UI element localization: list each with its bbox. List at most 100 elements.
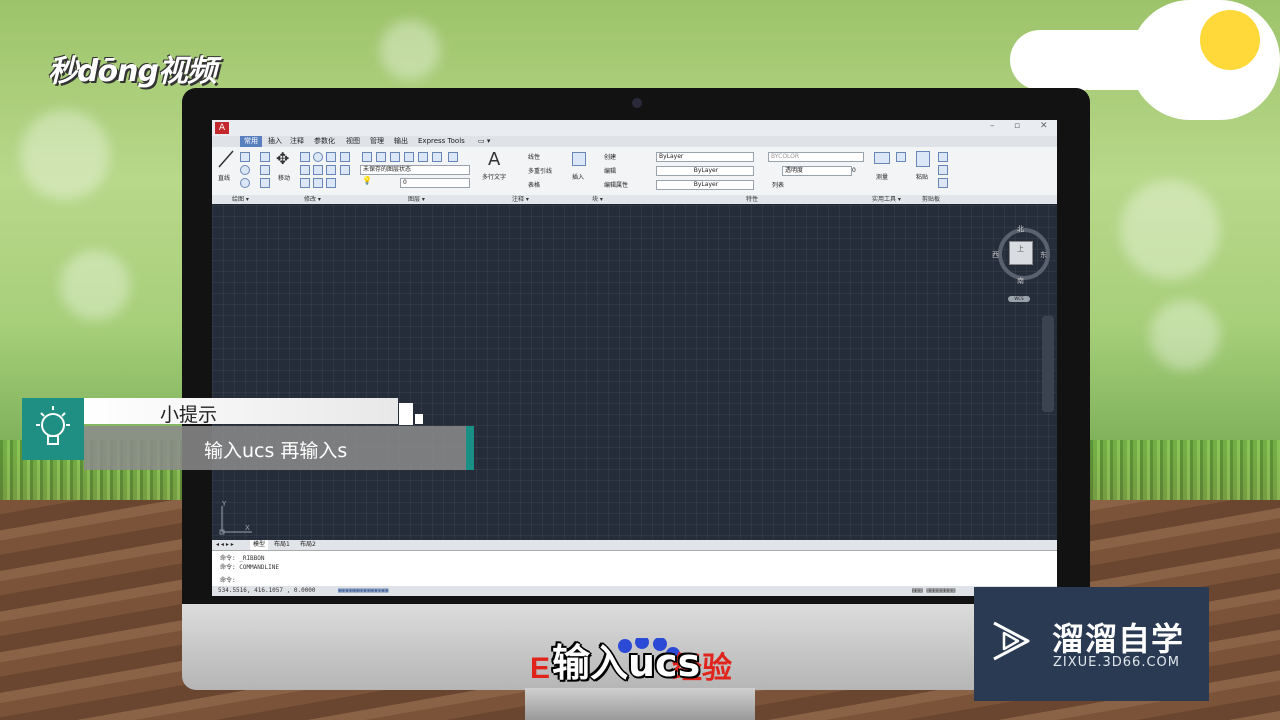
tab-express-tools[interactable]: Express Tools xyxy=(418,136,465,147)
coordinates-readout: 534.5516, 416.1057 , 0.0000 xyxy=(218,587,316,594)
mtext-icon[interactable]: A xyxy=(488,149,500,170)
viewcube-north[interactable]: 北 xyxy=(1017,224,1024,234)
explode-icon[interactable] xyxy=(340,152,350,162)
layer-icon[interactable] xyxy=(448,152,458,162)
current-layer-dropdown[interactable]: 0 xyxy=(400,178,470,188)
stretch-icon[interactable] xyxy=(300,178,310,188)
color-dropdown[interactable]: ByLayer xyxy=(656,152,754,162)
wcs-menu[interactable]: WCS xyxy=(1008,296,1030,302)
table-button[interactable]: 表格 xyxy=(528,180,540,189)
region-icon[interactable] xyxy=(260,178,270,188)
ribbon-panel-labels: 绘图 ▾ 修改 ▾ 图层 ▾ 注释 ▾ 块 ▾ 特性 实用工具 ▾ 剪贴板 xyxy=(212,195,1057,204)
tab-annotate[interactable]: 注释 xyxy=(290,136,304,147)
command-history-line: 命令: COMMANDLINE xyxy=(220,564,279,571)
multileader-button[interactable]: 多重引线 xyxy=(528,166,552,175)
copy-clip-icon[interactable] xyxy=(938,165,948,175)
linetype-dropdown[interactable]: ByLayer xyxy=(656,166,754,176)
autocad-app-icon[interactable]: A xyxy=(215,122,229,134)
restore-icon[interactable]: ▫ xyxy=(1014,121,1020,131)
rotate-icon[interactable] xyxy=(300,152,310,162)
match-properties-icon[interactable] xyxy=(938,178,948,188)
line-tool-icon[interactable] xyxy=(218,150,234,168)
paste-icon[interactable] xyxy=(916,151,930,167)
status-right-icons[interactable]: ▤▤▤ ▤▤▤▤▤▤▤▤ xyxy=(912,586,955,596)
panel-annotation[interactable]: 注释 ▾ xyxy=(512,195,529,204)
tab-parametric[interactable]: 参数化 xyxy=(314,136,335,147)
navigation-bar[interactable] xyxy=(1042,316,1054,412)
lineweight-dropdown[interactable]: ByLayer xyxy=(656,180,754,190)
layer-icon[interactable] xyxy=(376,152,386,162)
tab-layout2[interactable]: 布局2 xyxy=(300,540,316,550)
layout-nav-arrows[interactable]: ◂ ◂ ▸ ▸ xyxy=(216,540,234,550)
array-icon[interactable] xyxy=(326,178,336,188)
polyline-icon[interactable] xyxy=(240,152,250,162)
play-logo-icon xyxy=(993,621,1030,661)
layer-properties-icon[interactable] xyxy=(362,152,372,162)
edit-block-button[interactable]: 编辑 xyxy=(604,166,616,175)
circle-icon[interactable] xyxy=(240,165,250,175)
layer-icon[interactable] xyxy=(432,152,442,162)
layer-state-dropdown[interactable]: 未保存的图层状态 xyxy=(360,165,470,175)
panel-utilities[interactable]: 实用工具 ▾ xyxy=(872,195,901,204)
tab-more-dropdown[interactable]: ▭ ▾ xyxy=(478,136,490,147)
measure-label: 测量 xyxy=(876,174,889,181)
webcam xyxy=(632,98,642,108)
erase-icon[interactable] xyxy=(326,152,336,162)
tip-decoration xyxy=(415,414,423,424)
measure-icon[interactable] xyxy=(874,152,890,164)
panel-draw[interactable]: 绘图 ▾ xyxy=(232,195,249,204)
move-tool-label: 移动 xyxy=(278,175,291,182)
sun-icon xyxy=(1200,10,1260,70)
trim-icon[interactable] xyxy=(313,152,323,162)
layer-icon[interactable] xyxy=(390,152,400,162)
tab-layout1[interactable]: 布局1 xyxy=(274,540,290,550)
quick-select-icon[interactable] xyxy=(896,152,906,162)
lightbulb-icon[interactable]: 💡 xyxy=(362,176,372,185)
copy-icon[interactable] xyxy=(300,165,310,175)
transparency-value[interactable]: 0 xyxy=(852,167,856,174)
insert-block-icon[interactable] xyxy=(572,152,586,166)
status-toggle-icons[interactable]: ▣▣▣▣▣▣▣▣▣▣▣▣▣▣ xyxy=(338,586,389,596)
panel-clipboard[interactable]: 剪贴板 xyxy=(922,195,940,204)
tab-model[interactable]: 模型 xyxy=(250,540,269,550)
tip-title-bar: 小提示 xyxy=(84,398,398,426)
mtext-label: 多行文字 xyxy=(482,174,507,181)
plot-style-dropdown[interactable]: BYCOLOR xyxy=(768,152,864,162)
layer-icon[interactable] xyxy=(404,152,414,162)
tip-accent-bar xyxy=(466,426,474,470)
tab-output[interactable]: 输出 xyxy=(394,136,408,147)
list-button[interactable]: 列表 xyxy=(772,180,784,189)
close-icon[interactable]: ✕ xyxy=(1040,121,1048,131)
linear-dimension-button[interactable]: 线性 xyxy=(528,152,540,161)
viewcube-west[interactable]: 西 xyxy=(992,250,999,260)
viewcube-east[interactable]: 东 xyxy=(1040,250,1047,260)
fillet-icon[interactable] xyxy=(326,165,336,175)
panel-properties[interactable]: 特性 xyxy=(746,195,758,204)
rectangle-icon[interactable] xyxy=(260,152,270,162)
minimize-icon[interactable]: – xyxy=(990,121,995,131)
panel-modify[interactable]: 修改 ▾ xyxy=(304,195,321,204)
mirror-icon[interactable] xyxy=(313,165,323,175)
scale-icon[interactable] xyxy=(313,178,323,188)
offset-icon[interactable] xyxy=(340,165,350,175)
hatch-icon[interactable] xyxy=(260,165,270,175)
cut-icon[interactable] xyxy=(938,152,948,162)
panel-block[interactable]: 块 ▾ xyxy=(592,195,603,204)
line-tool-label: 直线 xyxy=(218,175,231,182)
paste-label: 粘贴 xyxy=(916,174,929,181)
edit-attributes-button[interactable]: 编辑属性 xyxy=(604,180,628,189)
tab-insert[interactable]: 插入 xyxy=(268,136,282,147)
create-block-button[interactable]: 创建 xyxy=(604,152,616,161)
arc-icon[interactable] xyxy=(240,178,250,188)
tab-view[interactable]: 视图 xyxy=(346,136,360,147)
move-icon[interactable]: ✥ xyxy=(276,149,289,168)
ucs-y-label: Y xyxy=(222,500,227,508)
tab-manage[interactable]: 管理 xyxy=(370,136,384,147)
tab-home[interactable]: 常用 xyxy=(240,136,262,147)
command-input[interactable]: 命令: xyxy=(220,575,236,584)
viewcube-south[interactable]: 南 xyxy=(1017,276,1024,286)
monitor-stand xyxy=(525,688,755,720)
drawing-canvas[interactable] xyxy=(212,205,1057,540)
layer-icon[interactable] xyxy=(418,152,428,162)
panel-layers[interactable]: 图层 ▾ xyxy=(408,195,425,204)
